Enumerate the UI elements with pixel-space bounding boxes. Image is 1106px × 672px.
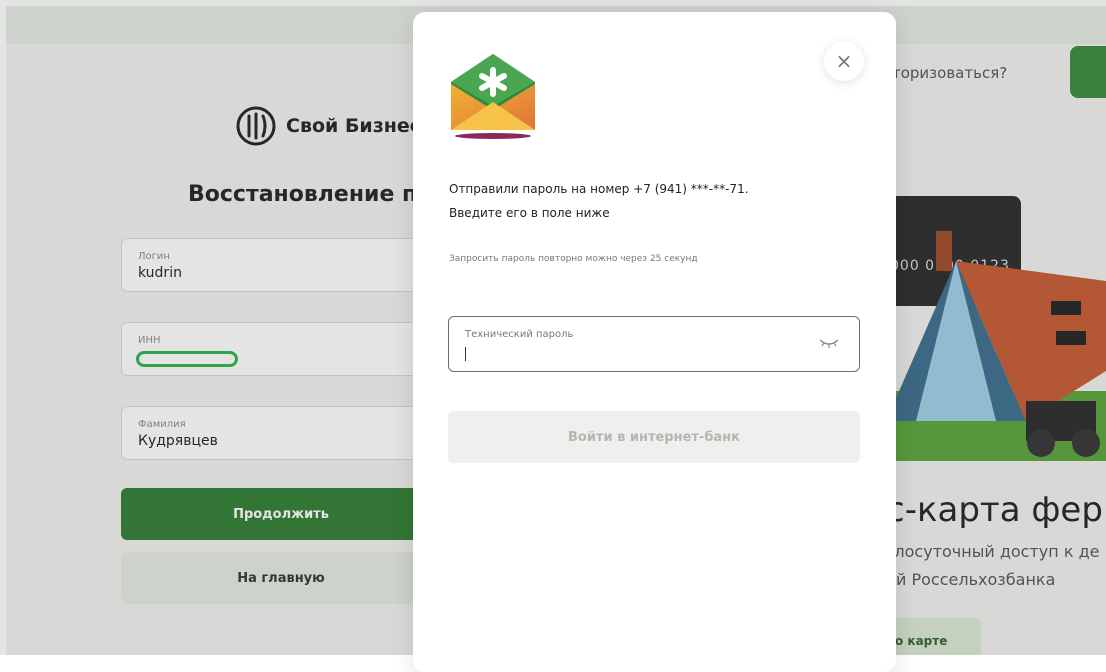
- technical-password-label: Технический пароль: [465, 329, 574, 340]
- login-internet-bank-button[interactable]: Войти в интернет-банк: [448, 411, 860, 463]
- enter-instruction: Введите его в поле ниже: [449, 206, 610, 220]
- close-icon[interactable]: ×: [824, 41, 864, 81]
- technical-password-input[interactable]: Технический пароль: [448, 316, 860, 372]
- resend-timer-text: Запросить пароль повторно можно через 25…: [449, 254, 698, 264]
- eye-closed-icon[interactable]: [819, 337, 839, 349]
- text-caret: [465, 347, 466, 361]
- envelope-icon: [451, 54, 535, 139]
- sent-message: Отправили пароль на номер +7 (941) ***-*…: [449, 182, 749, 196]
- password-modal: × Отправили пароль на номер +7 (941) ***…: [413, 12, 896, 672]
